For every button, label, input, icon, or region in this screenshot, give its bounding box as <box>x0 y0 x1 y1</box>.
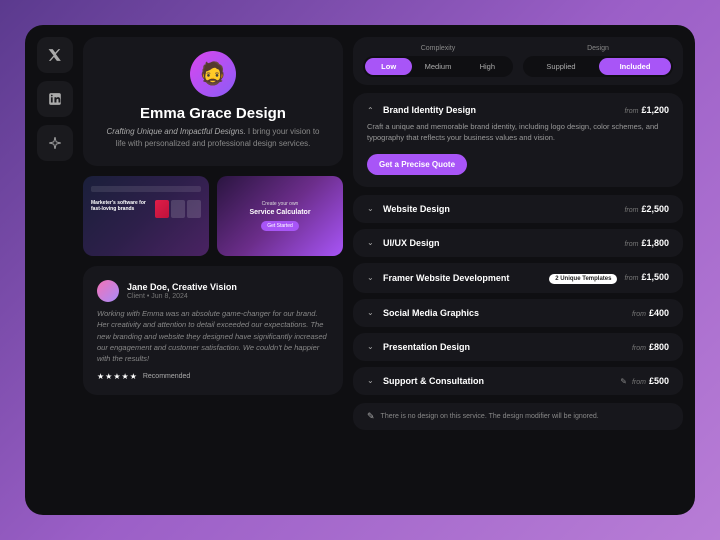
left-column: 🧔 Emma Grace Design Crafting Unique and … <box>83 37 343 503</box>
service-description: Craft a unique and memorable brand ident… <box>367 121 669 144</box>
testimonial-rating: ★★★★★ Recommended <box>97 372 329 381</box>
spark-icon <box>48 136 62 150</box>
testimonial-avatar <box>97 280 119 302</box>
avatar: 🧔 <box>190 51 236 97</box>
service-price: £1,500 <box>641 272 669 282</box>
design-notice: ✎ There is no design on this service. Th… <box>353 403 683 430</box>
linkedin-icon <box>48 92 62 106</box>
portfolio-thumb-1[interactable]: Marketer's software for fast-loving bran… <box>83 176 209 256</box>
design-included[interactable]: Included <box>599 58 671 75</box>
service-row[interactable]: ⌄Social Media Graphicsfrom£400 <box>353 299 683 327</box>
profile-name: Emma Grace Design <box>101 105 325 122</box>
service-badge: 2 Unique Templates <box>549 274 617 284</box>
service-expanded-brand-identity[interactable]: ⌃ Brand Identity Design from £1,200 Craf… <box>353 93 683 187</box>
complexity-low[interactable]: Low <box>365 58 412 75</box>
profile-bio: Crafting Unique and Impactful Designs. I… <box>101 126 325 150</box>
chevron-down-icon: ⌄ <box>367 308 377 317</box>
profile-card: 🧔 Emma Grace Design Crafting Unique and … <box>83 37 343 166</box>
get-quote-button[interactable]: Get a Precise Quote <box>367 154 467 175</box>
pencil-off-icon: ✎ <box>620 377 627 386</box>
service-price: £500 <box>649 376 669 386</box>
chevron-down-icon: ⌄ <box>367 342 377 351</box>
service-title: UI/UX Design <box>383 238 440 248</box>
service-list: ⌄Website Designfrom£2,500⌄UI/UX Designfr… <box>353 195 683 395</box>
design-supplied[interactable]: Supplied <box>525 58 597 75</box>
chevron-down-icon: ⌄ <box>367 238 377 247</box>
stars-icon: ★★★★★ <box>97 372 138 381</box>
pencil-off-icon: ✎ <box>367 411 375 422</box>
service-row[interactable]: ⌄Website Designfrom£2,500 <box>353 195 683 223</box>
service-price: £400 <box>649 308 669 318</box>
service-row[interactable]: ⌄UI/UX Designfrom£1,800 <box>353 229 683 257</box>
portfolio-thumb-2[interactable]: Create your own Service Calculator Get S… <box>217 176 343 256</box>
service-price: £800 <box>649 342 669 352</box>
service-title: Website Design <box>383 204 450 214</box>
chevron-up-icon: ⌃ <box>367 106 377 115</box>
testimonial-quote: Working with Emma was an absolute game-c… <box>97 308 329 364</box>
filter-bar: Complexity Low Medium High Design Suppli… <box>353 37 683 85</box>
testimonial-name: Jane Doe, Creative Vision <box>127 282 237 292</box>
chevron-down-icon: ⌄ <box>367 204 377 213</box>
social-x-button[interactable] <box>37 37 73 73</box>
service-title: Social Media Graphics <box>383 308 479 318</box>
social-spark-button[interactable] <box>37 125 73 161</box>
service-row[interactable]: ⌄Presentation Designfrom£800 <box>353 333 683 361</box>
service-price: £2,500 <box>641 204 669 214</box>
testimonial-card: Jane Doe, Creative Vision Client • Jun 8… <box>83 266 343 395</box>
right-column: Complexity Low Medium High Design Suppli… <box>353 37 683 503</box>
social-linkedin-button[interactable] <box>37 81 73 117</box>
service-row[interactable]: ⌄Support & Consultation✎from£500 <box>353 367 683 395</box>
complexity-medium[interactable]: Medium <box>414 58 461 75</box>
portfolio-thumbs: Marketer's software for fast-loving bran… <box>83 176 343 256</box>
service-price: £1,800 <box>641 238 669 248</box>
service-title: Support & Consultation <box>383 376 484 386</box>
service-row[interactable]: ⌄ Framer Website Development 2 Unique Temp… <box>353 263 683 293</box>
testimonial-meta: Client • Jun 8, 2024 <box>127 293 237 300</box>
chevron-down-icon: ⌄ <box>367 376 377 385</box>
x-icon <box>48 48 62 62</box>
service-title: Framer Website Development <box>383 273 509 283</box>
service-title: Presentation Design <box>383 342 470 352</box>
social-column <box>37 37 73 503</box>
app-frame: 🧔 Emma Grace Design Crafting Unique and … <box>25 25 695 515</box>
complexity-high[interactable]: High <box>464 58 511 75</box>
design-filter: Design Supplied Included <box>523 45 673 77</box>
chevron-down-icon: ⌄ <box>367 273 377 282</box>
complexity-filter: Complexity Low Medium High <box>363 45 513 77</box>
